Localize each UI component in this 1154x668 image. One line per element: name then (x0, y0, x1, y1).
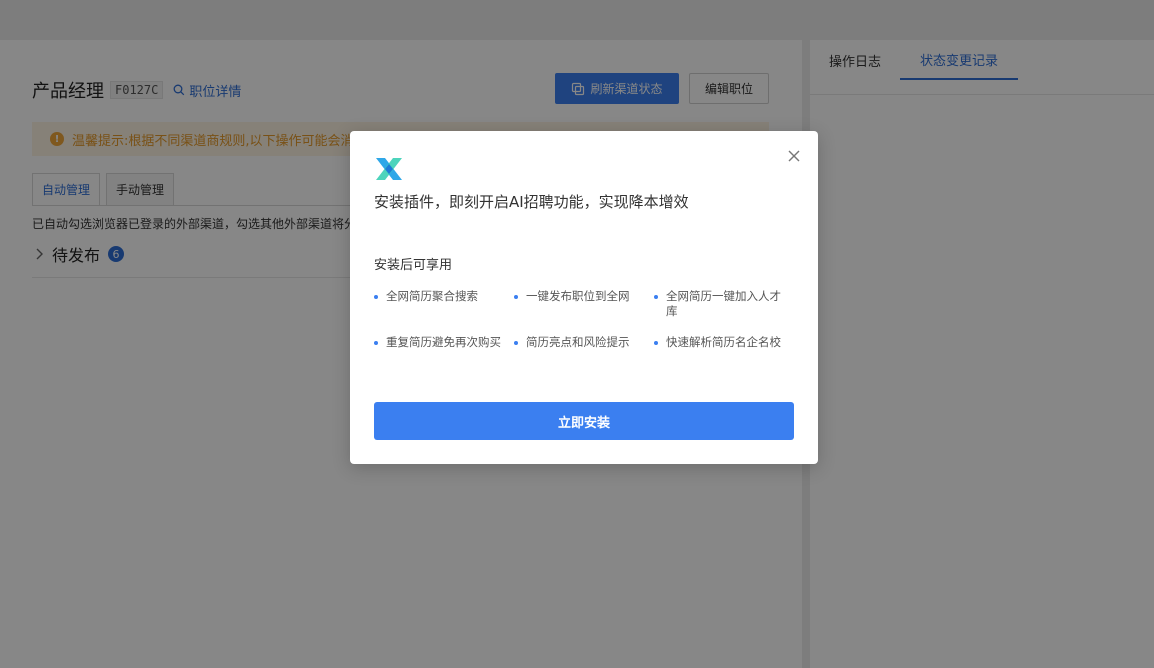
feature-item: 全网简历聚合搜索 (374, 289, 514, 319)
feature-item: 全网简历一键加入人才库 (654, 289, 794, 319)
install-now-button[interactable]: 立即安装 (374, 402, 794, 440)
close-icon[interactable] (787, 149, 801, 163)
modal-subtitle: 安装后可享用 (374, 258, 453, 273)
feature-item: 简历亮点和风险提示 (514, 335, 654, 350)
feature-item: 重复简历避免再次购买 (374, 335, 514, 350)
feature-item: 快速解析简历名企名校 (654, 335, 794, 350)
feature-list: 全网简历聚合搜索 一键发布职位到全网 全网简历一键加入人才库 重复简历避免再次购… (374, 289, 794, 350)
modal-title: 安装插件，即刻开启AI招聘功能，实现降本增效 (374, 193, 689, 211)
feature-item: 一键发布职位到全网 (514, 289, 654, 319)
logo-icon (376, 158, 402, 180)
install-plugin-modal: 安装插件，即刻开启AI招聘功能，实现降本增效 安装后可享用 全网简历聚合搜索 一… (350, 131, 818, 464)
